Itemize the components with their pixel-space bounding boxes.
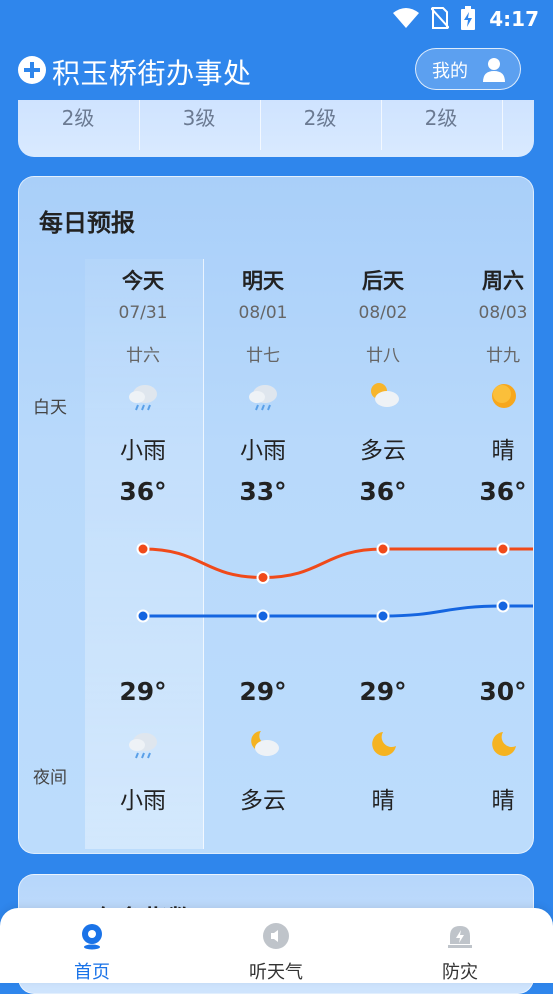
day-lunar-date: 廿六	[126, 346, 160, 366]
day-condition: 多云	[360, 438, 406, 464]
wind-level-cell: 2级	[424, 106, 458, 130]
wifi-icon	[393, 8, 419, 28]
header: 积玉桥街办事处 我的	[0, 46, 553, 96]
moon-icon	[487, 727, 521, 761]
low-temp: 29°	[359, 677, 407, 706]
low-temp-line	[143, 604, 533, 618]
temp-point	[376, 542, 390, 556]
high-temp: 36°	[479, 477, 527, 506]
status-bar: 4:17	[0, 0, 553, 38]
night-condition: 多云	[240, 788, 286, 814]
day-date: 08/01	[238, 303, 288, 323]
lightning-shield-icon	[448, 926, 472, 948]
day-condition: 小雨	[120, 438, 166, 464]
mine-button[interactable]: 我的	[415, 48, 521, 90]
nav-disaster-label: 防灾	[442, 962, 478, 983]
low-temp: 30°	[479, 677, 527, 706]
temp-point	[496, 542, 510, 556]
day-condition: 晴	[491, 438, 515, 464]
moon-cloud-icon	[247, 727, 281, 761]
temp-point	[496, 599, 510, 613]
sun-icon	[487, 379, 521, 413]
day-lunar-date: 廿八	[366, 346, 400, 366]
sun-cloud-icon	[367, 379, 401, 413]
bottom-nav: 首页 听天气 防灾	[0, 908, 553, 983]
no-sim-icon	[431, 7, 449, 29]
day-lunar-date: 廿九	[486, 346, 520, 366]
wind-level-cell: 2级	[61, 106, 95, 130]
nav-listen-weather[interactable]: 听天气	[184, 908, 368, 983]
nav-home[interactable]: 首页	[0, 908, 184, 983]
night-condition: 晴	[491, 788, 515, 814]
high-temp: 36°	[359, 477, 407, 506]
day-condition: 小雨	[240, 438, 286, 464]
day-date: 08/03	[478, 303, 528, 323]
nav-disaster-prevention[interactable]: 防灾	[368, 908, 552, 983]
battery-charging-icon	[461, 6, 475, 30]
night-condition: 晴	[371, 788, 395, 814]
low-temp: 29°	[119, 677, 167, 706]
temp-point	[376, 609, 390, 623]
day-date: 07/31	[118, 303, 168, 323]
high-temp: 33°	[239, 477, 287, 506]
home-location-icon	[82, 924, 102, 950]
divider	[502, 100, 503, 150]
add-location-icon[interactable]	[18, 56, 46, 84]
temp-point	[136, 609, 150, 623]
wind-level-cell: 3级	[182, 106, 216, 130]
location-name[interactable]: 积玉桥街办事处	[52, 52, 252, 92]
high-temp-line	[142, 547, 533, 580]
day-name: 今天	[122, 269, 164, 293]
day-name: 周六	[482, 269, 524, 293]
mine-button-label: 我的	[432, 61, 468, 82]
status-time: 4:17	[489, 7, 539, 31]
user-icon	[483, 58, 505, 82]
nav-home-label: 首页	[74, 962, 110, 983]
rain-cloud-icon	[127, 379, 161, 413]
wind-level-cell: 2级	[303, 106, 337, 130]
status-icons	[393, 6, 475, 30]
temp-point	[256, 609, 270, 623]
day-lunar-date: 廿七	[246, 346, 280, 366]
day-date: 08/02	[358, 303, 408, 323]
nav-listen-label: 听天气	[249, 962, 303, 983]
day-name: 明天	[242, 269, 284, 293]
moon-icon	[367, 727, 401, 761]
rain-cloud-icon	[247, 379, 281, 413]
night-condition: 小雨	[120, 788, 166, 814]
temp-point	[136, 542, 150, 556]
rain-cloud-icon	[127, 727, 161, 761]
temp-point	[256, 571, 270, 584]
daily-forecast-card[interactable]: 每日预报 白天 夜间 今天 07/31 廿六 小雨 36° 29° 小雨 明天 08/01 廿七小…	[18, 176, 534, 854]
wind-level-card: 2级 3级 2级 2级	[18, 100, 534, 157]
speaker-icon	[263, 923, 289, 949]
high-temp: 36°	[119, 477, 167, 506]
low-temp: 29°	[239, 677, 287, 706]
day-name: 后天	[362, 269, 404, 293]
